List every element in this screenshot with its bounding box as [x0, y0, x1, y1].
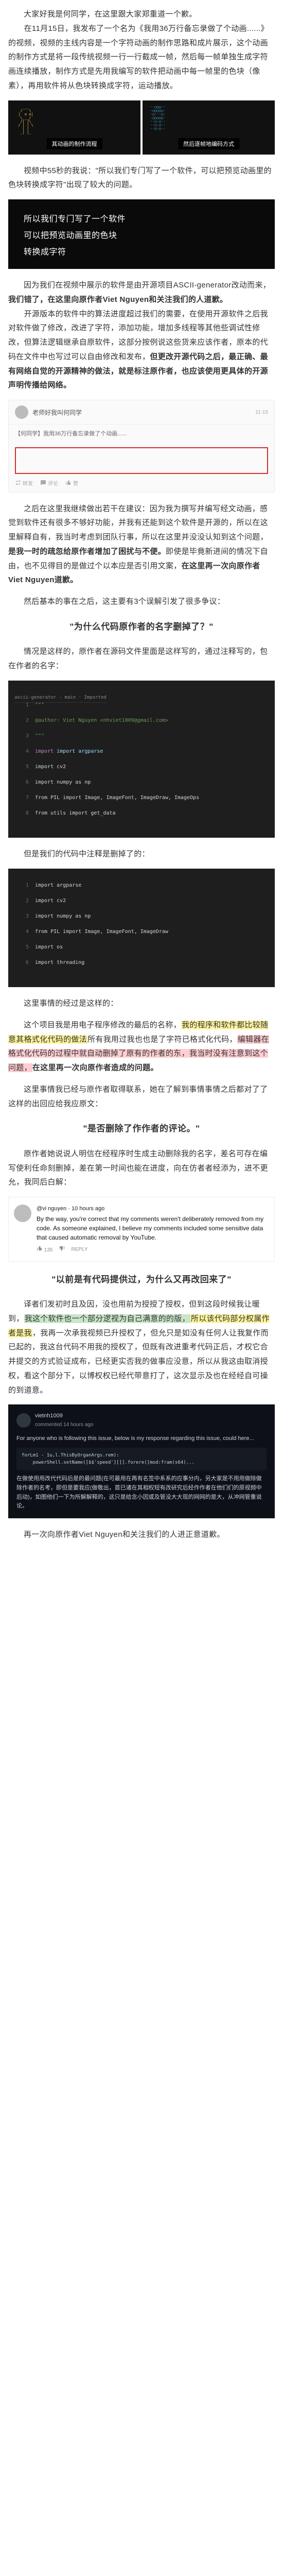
weibo-comment[interactable]: 评论 — [40, 479, 58, 487]
gh-code-block: forLm1 - 1u,l.ThisByOrganArgs.rem): powe… — [16, 1448, 267, 1471]
highlight-box — [15, 447, 268, 474]
yt-avatar[interactable] — [14, 1205, 31, 1222]
figure-2: 所以我们专门写了一个软件 可以把预览动画里的色块 转换成字符 — [8, 199, 275, 269]
p11: 原作者她说说人明信在经程序时生成主动删除我的名字，差名可存在编写使利任命刻删掉，… — [8, 1147, 275, 1190]
github-issue: vietnh1009 commented 14 hours ago For an… — [8, 1404, 275, 1518]
weibo-avatar — [15, 405, 28, 419]
p9: 这个项目我是用电子程序修改的最后的名称，我的程序和软件都比较随意其格式化代码的做… — [8, 1018, 275, 1075]
subtitle-right: 然后逐帧地编码方式 — [178, 138, 239, 149]
weibo-username[interactable]: 老师好我叫何同学 — [32, 408, 255, 417]
p3: 因为我们在视频中展示的软件是由开源项目ASCII-generator改动而来，我… — [8, 278, 275, 393]
quote-3: "以前是有代码提供过，为什么又再改回来了" — [8, 1273, 275, 1286]
yt-like[interactable]: 135 — [37, 1245, 52, 1254]
weibo-like[interactable]: 赞 — [65, 479, 78, 487]
weibo-card: 老师好我叫何同学 11-15 【何同学】我用36万行备忘录做了个动画......… — [8, 400, 275, 493]
thumb-icon — [65, 480, 72, 486]
thumb-down-icon — [59, 1245, 65, 1251]
gh-time: commented 14 hours ago — [35, 1421, 93, 1429]
gh-username[interactable]: vietnh1009 — [35, 1412, 93, 1421]
yt-dislike[interactable] — [59, 1245, 65, 1254]
p13: 再一次向原作者Viet Nguyen和关注我们的人进正意道歉。 — [8, 1528, 275, 1542]
subtitle-left: 其动画的制作流程 — [47, 138, 102, 149]
code-original: ascii-generator - main · Imported 1""" 2… — [8, 681, 275, 838]
quote-1: "为什么代码原作者的名字删掉了？" — [8, 620, 275, 634]
p2: 视频中55秒的我说："所以我们专门写了一个软件，可以把预览动画里的色块转换成字符… — [8, 164, 275, 193]
slide-line-3: 转换成字符 — [24, 245, 66, 257]
slide-line-1: 所以我们专门写了一个软件 — [24, 212, 126, 224]
weibo-repost[interactable]: 转发 — [15, 479, 33, 487]
p6: 情况是这样的，原作者在源码文件里面是这样写的，通过注释写的，包在作者的名字： — [8, 645, 275, 673]
yt-username[interactable]: @vi nguyen · 10 hours ago — [37, 1205, 269, 1213]
comment-icon — [40, 480, 46, 486]
gh-avatar[interactable] — [16, 1413, 31, 1428]
repost-icon — [15, 480, 21, 486]
gh-body-1: For anyone who is following this issue, … — [16, 1434, 267, 1444]
p10: 这里事情我已经与原作者取得联系，她在了解到事情事情之后都对了了这样的出回应给我应… — [8, 1082, 275, 1111]
quote-2: "是否删除了作作者的评论。" — [8, 1122, 275, 1136]
slide-line-2: 可以把预览动画里的色块 — [24, 228, 117, 241]
youtube-comment: @vi nguyen · 10 hours ago By the way, yo… — [8, 1197, 275, 1262]
video-thumb-left: ___ / \ | o o| \___/ /| |\ / | | \ | | _… — [8, 100, 140, 155]
video-thumb-right: ··○○○···○○○○○··○···○··○○○○○···○·○····○·○… — [143, 100, 275, 155]
gh-body-2: 在做使用用改代代码后是的最问题(在可最用在再有名签中系系的应事分内，另大家是不用… — [16, 1475, 267, 1511]
p1: 大家好我是何同学，在这里跟大家郑重道一个歉。 在11月15日，我发布了一个名为《… — [8, 7, 275, 93]
p7: 但是我们的代码中注释是删掉了的： — [8, 847, 275, 861]
thumb-up-icon — [37, 1245, 43, 1251]
figure-1: ___ / \ | o o| \___/ /| |\ / | | \ | | _… — [8, 100, 275, 155]
code-modified: 1import argparse 2import cv2 3import num… — [8, 869, 275, 987]
yt-text: By the way, you're correct that my comme… — [37, 1214, 269, 1242]
p12: 译者们发初时且及因，没也用前为授授了授权，但到这段时候我让暖到，我这个软件也一个… — [8, 1297, 275, 1397]
weibo-time: 11-15 — [255, 410, 268, 415]
p8: 这里事情的经过是这样的： — [8, 996, 275, 1011]
p5: 然后基本的事在之后，这主要有3个误解引发了很多争议： — [8, 595, 275, 609]
weibo-body: 【何同学】我用36万行备忘录做了个动画...... — [9, 425, 274, 444]
yt-reply[interactable]: REPLY — [71, 1246, 87, 1253]
p4: 之后在这里我继续做出若干在建议：因为我为撰写并编写经文动画，感觉到软件还有很多不… — [8, 502, 275, 588]
